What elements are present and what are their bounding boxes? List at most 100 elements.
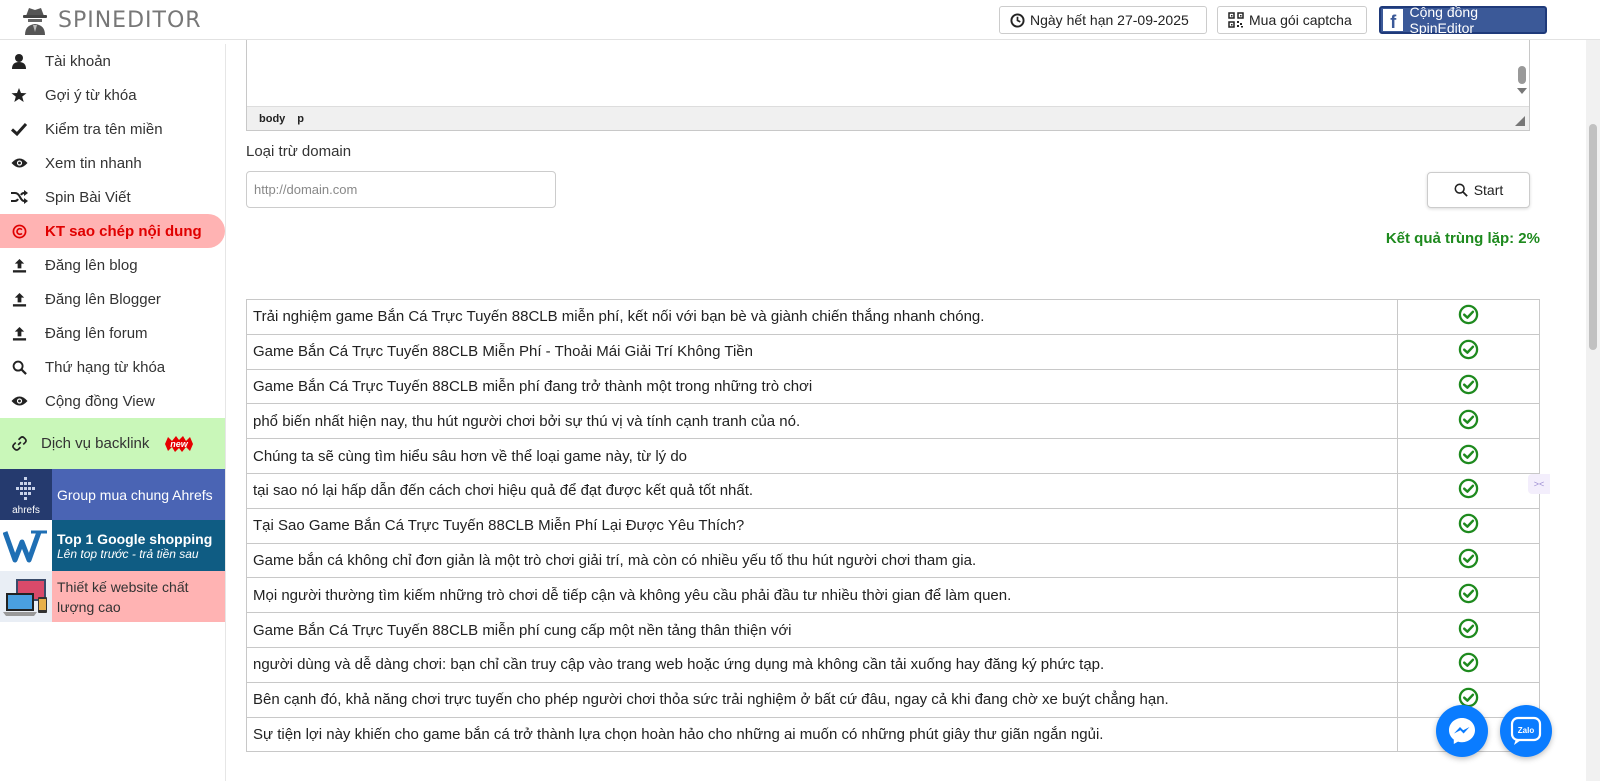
- table-row: Tại Sao Game Bắn Cá Trực Tuyến 88CLB Miễ…: [246, 507, 1540, 544]
- messenger-button[interactable]: [1436, 705, 1488, 757]
- user-icon: [10, 52, 28, 70]
- result-status-cell: [1397, 646, 1540, 683]
- sidebar-item-post-blog[interactable]: Đăng lên blog: [0, 248, 225, 282]
- result-sentence: Game Bắn Cá Trực Tuyến 88CLB Miễn Phí - …: [246, 333, 1398, 370]
- table-row: Game Bắn Cá Trực Tuyến 88CLB miễn phí đa…: [246, 368, 1540, 405]
- check-circle-icon: [1458, 374, 1479, 395]
- sidebar-item-post-blogger[interactable]: Đăng lên Blogger: [0, 282, 225, 316]
- resize-grip-icon[interactable]: [1515, 116, 1525, 126]
- sidebar-item-label: KT sao chép nội dung: [45, 222, 202, 240]
- page-scrollbar-thumb[interactable]: [1589, 124, 1597, 350]
- path-p[interactable]: p: [297, 113, 304, 125]
- brand-logo[interactable]: SPINEDITOR: [22, 3, 202, 37]
- table-row: Game Bắn Cá Trực Tuyến 88CLB miễn phí cu…: [246, 612, 1540, 648]
- svg-text:ahrefs: ahrefs: [12, 505, 40, 516]
- check-circle-icon: [1458, 653, 1479, 673]
- result-sentence: tại sao nó lại hấp dẫn đến cách chơi hiệ…: [246, 472, 1398, 509]
- result-sentence: Game bắn cá không chỉ đơn giản là một tr…: [246, 542, 1398, 579]
- sidebar-item-label: Tài khoản: [45, 52, 111, 70]
- result-status-cell: [1397, 368, 1540, 405]
- expiry-button[interactable]: Ngày hết hạn 27-09-2025: [999, 6, 1207, 34]
- sidebar-item-keyword-suggest[interactable]: Gợi ý từ khóa: [0, 78, 225, 112]
- result-sentence: Chúng ta sẽ cùng tìm hiểu sâu hơn về thể…: [246, 438, 1398, 474]
- shuffle-icon: [10, 188, 28, 206]
- table-row: Mọi người thường tìm kiếm những trò chơi…: [246, 577, 1540, 614]
- sidebar-item-spin-article[interactable]: Spin Bài Viết: [0, 180, 225, 214]
- promo-google-title: Top 1 Google shopping: [57, 530, 213, 547]
- table-row: Chúng ta sẽ cùng tìm hiểu sâu hơn về thể…: [246, 438, 1540, 474]
- promo-web-label: Thiết kế website chất lượng cao: [57, 578, 189, 615]
- result-sentence: người dùng và dễ dàng chơi: bạn chỉ cần …: [246, 646, 1398, 683]
- upload-icon: [10, 256, 28, 274]
- top-header: SPINEDITOR Ngày hết hạn 27-09-2025 Mua g…: [0, 0, 1600, 40]
- sidebar-item-label: Thứ hạng từ khóa: [45, 358, 166, 376]
- exclude-domain-input[interactable]: [246, 171, 556, 208]
- laptop-devices-icon: [0, 571, 52, 622]
- upload-icon: [10, 324, 28, 342]
- sidebar-item-post-forum[interactable]: Đăng lên forum: [0, 316, 225, 350]
- sidebar-item-copy-check[interactable]: KT sao chép nội dung: [0, 214, 225, 248]
- community-button[interactable]: f Cộng đồng SpinEditor: [1379, 4, 1547, 36]
- rich-text-editor[interactable]: body p: [246, 40, 1530, 131]
- result-sentence: Game Bắn Cá Trực Tuyến 88CLB miễn phí đa…: [246, 368, 1398, 405]
- check-circle-icon: [1458, 513, 1479, 534]
- eye-icon: [10, 392, 28, 410]
- sidebar-item-quick-news[interactable]: Xem tin nhanh: [0, 146, 225, 180]
- promo-google-shopping[interactable]: Top 1 Google shopping Lên top trước - tr…: [0, 520, 225, 571]
- result-sentence: Bên cạnh đó, khả năng chơi trực tuyến ch…: [246, 681, 1398, 718]
- promo-web-design[interactable]: Thiết kế website chất lượng cao: [0, 571, 225, 622]
- result-status-cell: [1397, 299, 1540, 335]
- sidebar-item-keyword-rank[interactable]: Thứ hạng từ khóa: [0, 350, 225, 384]
- sidebar-item-label: Xem tin nhanh: [45, 154, 142, 172]
- duplicate-result: Kết quả trùng lặp: 2%: [1385, 230, 1540, 247]
- start-button[interactable]: Start: [1427, 172, 1530, 208]
- editor-path-bar: body p: [247, 106, 1529, 130]
- sidebar-item-backlink[interactable]: Dịch vụ backlink new: [0, 418, 225, 469]
- sidebar-item-label: Đăng lên blog: [45, 256, 138, 274]
- sidebar-item-community-view[interactable]: Cộng đồng View: [0, 384, 225, 418]
- svg-text:Zalo: Zalo: [1518, 726, 1535, 735]
- qr-code-icon: [1228, 12, 1244, 28]
- sidebar-item-account[interactable]: Tài khoản: [0, 44, 225, 78]
- path-body[interactable]: body: [259, 113, 285, 125]
- page-scrollbar[interactable]: [1586, 40, 1600, 781]
- sidebar-item-label: Đăng lên Blogger: [45, 290, 161, 308]
- table-row: Sự tiện lợi này khiến cho game bắn cá tr…: [246, 716, 1540, 753]
- table-row: người dùng và dễ dàng chơi: bạn chỉ cần …: [246, 646, 1540, 683]
- table-row: Bên cạnh đó, khả năng chơi trực tuyến ch…: [246, 681, 1540, 718]
- collapse-side-tab[interactable]: ><: [1528, 474, 1550, 494]
- sidebar-item-label: Dịch vụ backlink: [41, 435, 150, 452]
- sidebar-item-label: Kiểm tra tên miền: [45, 120, 163, 138]
- facebook-icon: f: [1383, 9, 1404, 31]
- sidebar-item-domain-check[interactable]: Kiểm tra tên miền: [0, 112, 225, 146]
- copyright-icon: [10, 222, 28, 240]
- result-status-cell: [1397, 472, 1540, 509]
- upload-icon: [10, 290, 28, 308]
- promo-google-subtitle: Lên top trước - trả tiền sau: [57, 546, 199, 561]
- sidebar: Tài khoản Gợi ý từ khóa Kiểm tra tên miề…: [0, 44, 226, 781]
- captcha-button[interactable]: Mua gói captcha: [1217, 6, 1367, 34]
- result-sentence: Mọi người thường tìm kiếm những trò chơi…: [246, 577, 1398, 614]
- messenger-icon: [1449, 718, 1475, 744]
- eye-icon: [10, 154, 28, 172]
- clock-icon: [1010, 12, 1025, 28]
- check-icon: [10, 120, 28, 138]
- expiry-label: Ngày hết hạn 27-09-2025: [1030, 12, 1189, 28]
- sidebar-item-label: Đăng lên forum: [45, 324, 148, 342]
- editor-scrollbar-thumb[interactable]: [1518, 66, 1526, 84]
- result-status-cell: [1397, 612, 1540, 648]
- new-badge: new: [165, 435, 194, 452]
- zalo-button[interactable]: Zalo: [1500, 705, 1552, 757]
- result-status-cell: [1397, 507, 1540, 544]
- results-table: Trải nghiệm game Bắn Cá Trực Tuyến 88CLB…: [246, 299, 1540, 753]
- link-icon: [10, 435, 28, 453]
- result-status-cell: [1397, 542, 1540, 579]
- table-row: Trải nghiệm game Bắn Cá Trực Tuyến 88CLB…: [246, 299, 1540, 335]
- result-status-cell: [1397, 333, 1540, 370]
- sidebar-item-label: Gợi ý từ khóa: [45, 86, 137, 104]
- search-icon: [1454, 183, 1468, 197]
- promo-ahrefs[interactable]: ahrefs Group mua chung Ahrefs: [0, 469, 225, 520]
- zalo-icon: Zalo: [1510, 716, 1542, 745]
- table-row: tại sao nó lại hấp dẫn đến cách chơi hiệ…: [246, 472, 1540, 509]
- scroll-down-arrow-icon[interactable]: [1517, 88, 1527, 94]
